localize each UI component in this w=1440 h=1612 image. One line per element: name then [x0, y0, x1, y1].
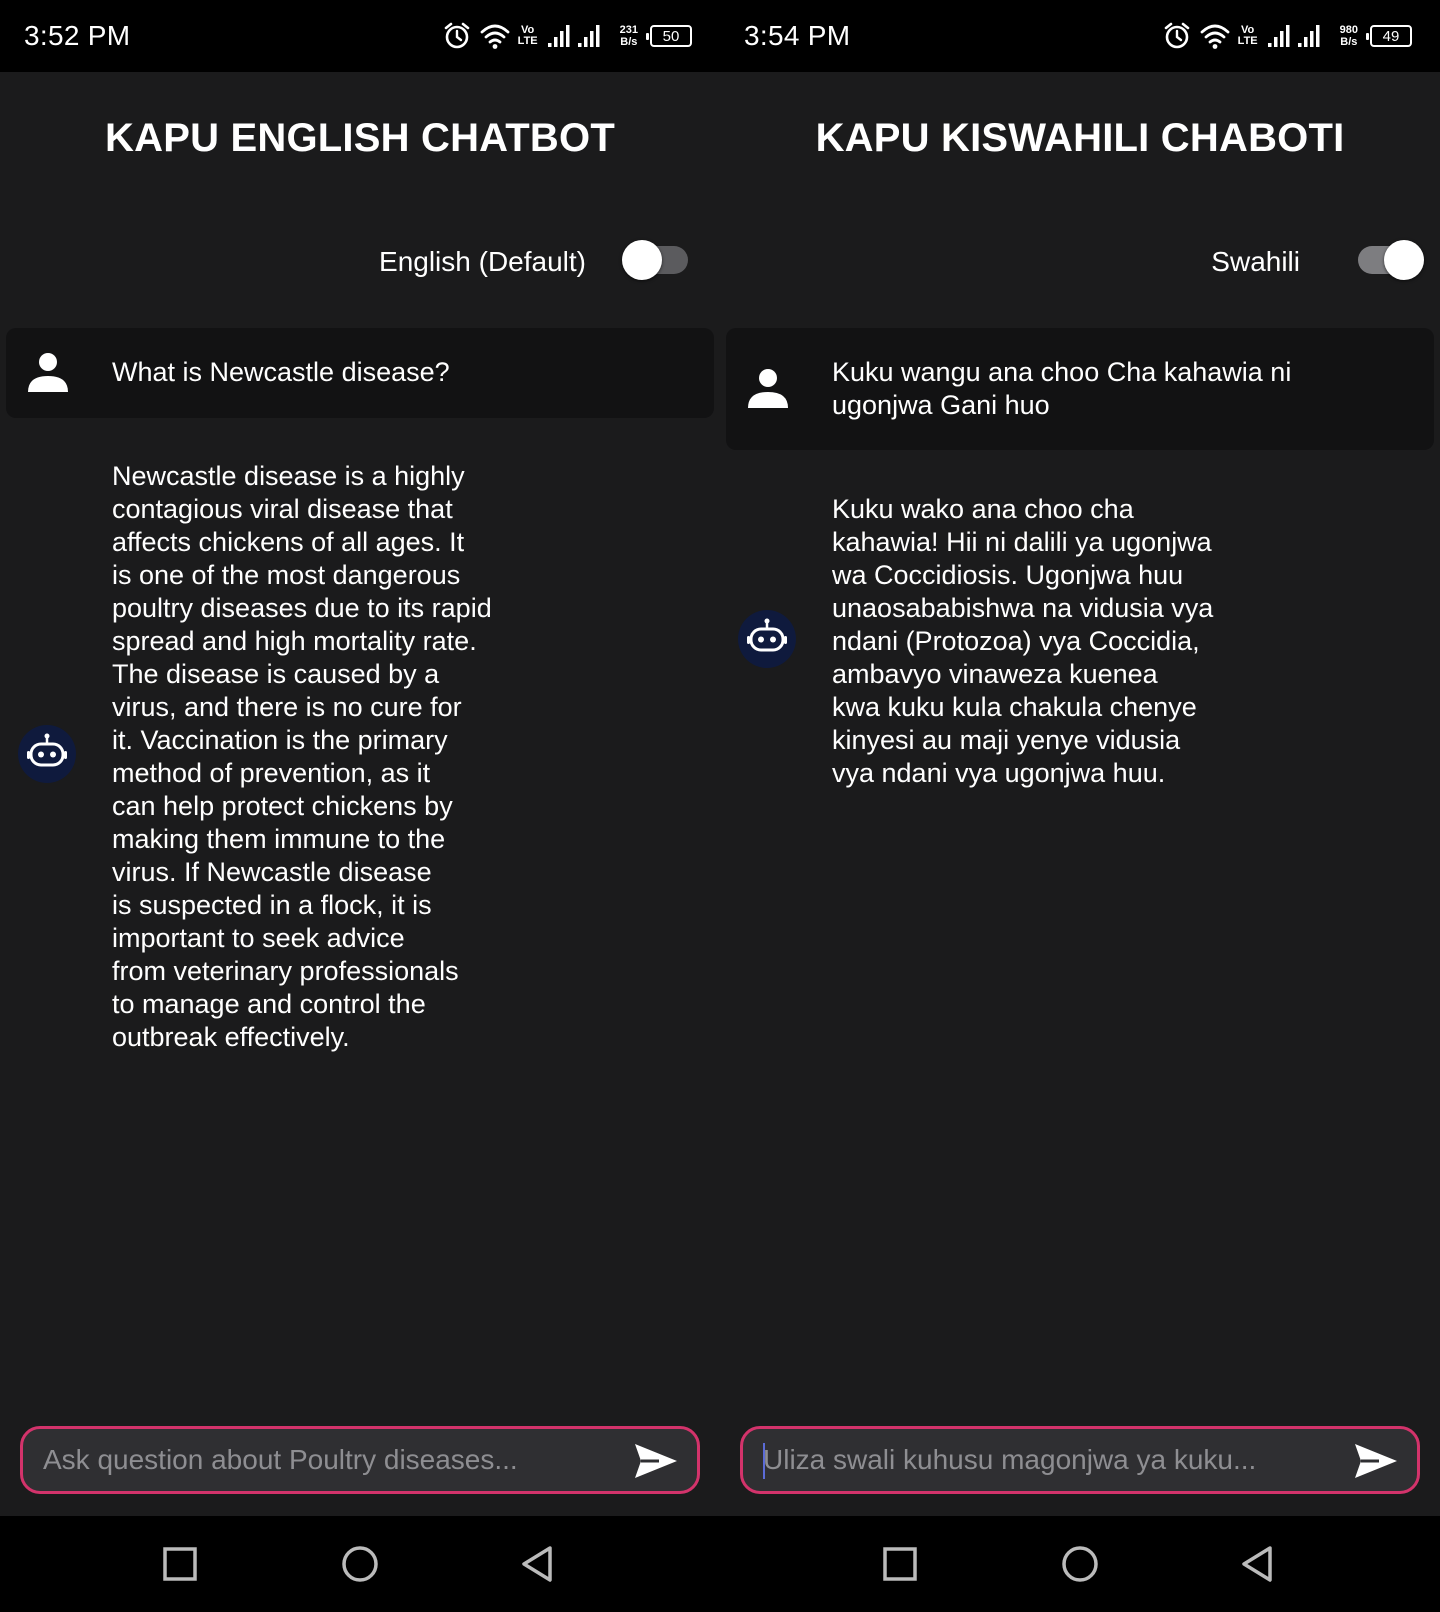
question-input[interactable]	[763, 1429, 1337, 1491]
person-icon	[748, 369, 788, 408]
phone-screen-english: 3:52 PM Vo LTE 231 B/s 50 KAPU ENGLISH C…	[0, 0, 720, 1612]
language-toggle[interactable]	[1358, 240, 1424, 280]
phone-screen-swahili: 3:54 PM Vo LTE 980 B/s 49 KAPU KISWAHILI…	[720, 0, 1440, 1612]
battery-level: 50	[662, 27, 680, 45]
status-icons: Vo LTE 980 B/s 49	[1162, 20, 1412, 52]
back-icon[interactable]	[518, 1544, 558, 1584]
language-toggle[interactable]	[622, 240, 688, 280]
chat-input-bar	[20, 1426, 700, 1494]
battery-icon: 50	[646, 25, 692, 47]
toggle-knob	[622, 240, 662, 280]
status-time: 3:54 PM	[744, 20, 851, 51]
battery-icon: 49	[1366, 25, 1412, 47]
network-speed: 980 B/s	[1340, 24, 1358, 48]
home-icon[interactable]	[340, 1544, 380, 1584]
status-bar: 3:54 PM Vo LTE 980 B/s 49	[720, 0, 1440, 72]
person-icon	[28, 353, 68, 392]
back-icon[interactable]	[1238, 1544, 1278, 1584]
wifi-icon	[480, 24, 510, 49]
chat-input-bar	[740, 1426, 1420, 1494]
network-speed-value: 980	[1339, 24, 1358, 36]
toggle-knob	[1384, 240, 1424, 280]
network-speed-value: 231	[619, 24, 638, 36]
page-title: KAPU KISWAHILI CHABOTI	[815, 116, 1345, 160]
volte-bottom: LTE	[517, 35, 538, 47]
page-title: KAPU ENGLISH CHATBOT	[105, 116, 615, 160]
send-icon[interactable]	[1353, 1441, 1399, 1481]
user-message-bubble: What is Newcastle disease?	[6, 328, 714, 418]
send-icon[interactable]	[633, 1441, 679, 1481]
navigation-bar	[0, 1516, 720, 1612]
battery-level: 49	[1382, 27, 1400, 45]
bot-message-text: Kuku wako ana choo cha kahawia! Hii ni d…	[832, 494, 1214, 788]
home-icon[interactable]	[1060, 1544, 1100, 1584]
screenshot-pair: 3:52 PM Vo LTE 231 B/s 50 KAPU ENGLISH C…	[0, 0, 1440, 1612]
recent-apps-icon[interactable]	[160, 1544, 200, 1584]
user-message-bubble: Kuku wangu ana choo Cha kahawia ni ugonj…	[726, 328, 1434, 450]
question-input[interactable]	[43, 1429, 617, 1491]
language-label: Swahili	[1211, 246, 1300, 277]
signal-icon	[547, 25, 600, 47]
signal-icon	[1267, 25, 1320, 47]
recent-apps-icon[interactable]	[880, 1544, 920, 1584]
language-label: English (Default)	[379, 246, 586, 277]
status-icons: Vo LTE 231 B/s 50	[442, 20, 692, 52]
volte-indicator: Vo LTE	[1238, 25, 1258, 47]
navigation-bar	[720, 1516, 1440, 1612]
alarm-icon	[444, 22, 469, 49]
network-speed-unit: B/s	[620, 36, 638, 48]
volte-bottom: LTE	[1237, 35, 1258, 47]
bot-message-text: Newcastle disease is a highly contagious…	[112, 461, 492, 1052]
robot-icon	[18, 725, 76, 783]
wifi-icon	[1200, 24, 1230, 49]
network-speed-unit: B/s	[1340, 36, 1358, 48]
network-speed: 231 B/s	[620, 24, 638, 48]
volte-indicator: Vo LTE	[518, 25, 538, 47]
status-bar: 3:52 PM Vo LTE 231 B/s 50	[0, 0, 720, 72]
status-time: 3:52 PM	[24, 20, 131, 51]
user-message-text: What is Newcastle disease?	[112, 357, 450, 387]
user-message-text: Kuku wangu ana choo Cha kahawia ni ugonj…	[832, 357, 1292, 420]
robot-icon	[738, 610, 796, 668]
alarm-icon	[1164, 22, 1189, 49]
